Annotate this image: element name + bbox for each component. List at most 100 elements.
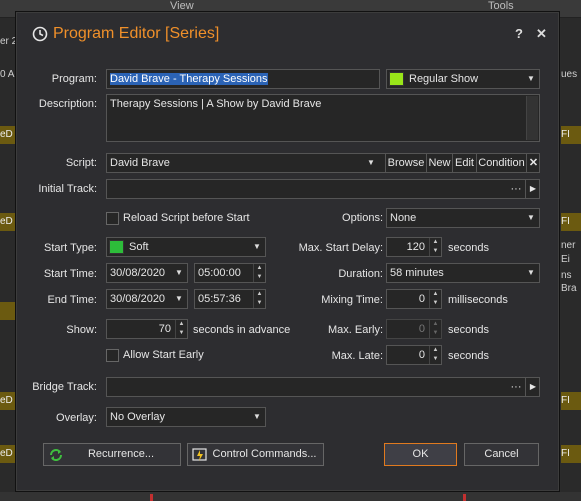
duration-value: 58 minutes <box>390 267 444 279</box>
start-type-select[interactable]: Soft ▼ <box>106 237 266 257</box>
duration-select[interactable]: 58 minutes ▼ <box>386 263 540 283</box>
play-icon[interactable]: ▶ <box>525 180 539 198</box>
max-start-delay-input[interactable]: 120 ▲ ▼ <box>386 237 442 257</box>
bg-chip: FI <box>561 213 581 231</box>
description-scrollbar[interactable] <box>526 96 538 140</box>
overlay-select[interactable]: No Overlay ▼ <box>106 407 266 427</box>
script-new-button[interactable]: New <box>426 154 452 172</box>
bg-chip: FI <box>561 445 581 463</box>
bg-right-text: ner <box>561 240 576 251</box>
allow-start-early-checkbox[interactable] <box>106 349 119 362</box>
show-advance-input[interactable]: 70 ▲ ▼ <box>106 319 188 339</box>
chevron-down-icon[interactable]: ▼ <box>171 264 187 282</box>
max-early-unit: seconds <box>448 324 489 336</box>
show-label: Show: <box>66 324 97 336</box>
description-textarea[interactable]: Therapy Sessions | A Show by David Brave <box>106 94 540 142</box>
help-button[interactable]: ? <box>515 26 523 41</box>
max-early-label: Max. Early: <box>327 324 383 336</box>
bg-chip <box>0 302 15 320</box>
program-value: David Brave - Therapy Sessions <box>110 73 268 85</box>
show-type-select[interactable]: Regular Show ▼ <box>386 69 540 89</box>
options-select[interactable]: None ▼ <box>386 208 540 228</box>
mixing-time-unit: milliseconds <box>448 294 508 306</box>
clear-icon[interactable]: ✕ <box>526 154 539 172</box>
script-value: David Brave <box>110 157 170 169</box>
cancel-button[interactable]: Cancel <box>464 443 539 466</box>
initial-track-input[interactable]: ··· ▶ <box>106 179 540 199</box>
chevron-down-icon[interactable]: ▼ <box>523 264 539 282</box>
browse-ellipsis-icon[interactable]: ··· <box>507 378 525 396</box>
control-commands-label: Control Commands... <box>212 448 317 460</box>
end-time-value: 05:57:36 <box>198 293 241 305</box>
chevron-down-icon[interactable]: ▼ <box>249 238 265 256</box>
chevron-down-icon[interactable]: ▼ <box>171 290 187 308</box>
browse-ellipsis-icon[interactable]: ··· <box>507 180 525 198</box>
spinner-arrows-icon[interactable]: ▲ ▼ <box>429 346 441 364</box>
script-select[interactable]: David Brave ▼ Browse New Edit Condition … <box>106 153 540 173</box>
spinner-arrows-icon[interactable]: ▲ ▼ <box>175 320 187 338</box>
bridge-track-input[interactable]: ··· ▶ <box>106 377 540 397</box>
max-late-input[interactable]: 0 ▲ ▼ <box>386 345 442 365</box>
bg-chip: eD <box>0 126 15 144</box>
spinner-arrows-icon[interactable]: ▲ ▼ <box>429 238 441 256</box>
description-label: Description: <box>38 98 97 110</box>
start-date-picker[interactable]: 30/08/2020 ▼ <box>106 263 188 283</box>
bg-chip: FI <box>561 392 581 410</box>
reload-script-checkbox[interactable] <box>106 212 119 225</box>
chevron-down-icon[interactable]: ▼ <box>363 154 379 172</box>
max-early-input[interactable]: 0 ▲ ▼ <box>386 319 442 339</box>
max-start-delay-unit: seconds <box>448 242 489 254</box>
start-time-value: 05:00:00 <box>198 267 241 279</box>
max-start-delay-label: Max. Start Delay: <box>298 242 383 254</box>
spinner-arrows-icon[interactable]: ▲ ▼ <box>253 264 265 282</box>
show-type-value: Regular Show <box>409 73 479 85</box>
play-icon[interactable]: ▶ <box>525 378 539 396</box>
title-bar[interactable]: Program Editor [Series] ? ✕ <box>16 12 559 58</box>
bg-chip: eD <box>0 445 15 463</box>
start-time-input[interactable]: 05:00:00 ▲ ▼ <box>194 263 266 283</box>
options-label: Options: <box>342 212 383 224</box>
chevron-down-icon[interactable]: ▼ <box>249 408 265 426</box>
end-date-picker[interactable]: 30/08/2020 ▼ <box>106 289 188 309</box>
duration-label: Duration: <box>338 268 383 280</box>
spinner-arrows-icon[interactable]: ▲ ▼ <box>429 290 441 308</box>
recurrence-label: Recurrence... <box>87 448 155 460</box>
chevron-down-icon[interactable]: ▼ <box>523 70 539 88</box>
end-time-input[interactable]: 05:57:36 ▲ ▼ <box>194 289 266 309</box>
clock-icon <box>32 26 48 42</box>
script-label: Script: <box>65 157 97 169</box>
bg-right-text: ues <box>561 69 578 80</box>
bg-chip: FI <box>561 126 581 144</box>
reload-script-label: Reload Script before Start <box>123 212 250 224</box>
ok-button[interactable]: OK <box>384 443 457 466</box>
spinner-arrows-icon[interactable]: ▲ ▼ <box>429 320 441 338</box>
recurrence-button[interactable]: Recurrence... <box>43 443 181 466</box>
script-edit-button[interactable]: Edit <box>452 154 476 172</box>
allow-start-early-label: Allow Start Early <box>123 349 204 361</box>
close-button[interactable]: ✕ <box>536 26 547 42</box>
background-left-panel <box>0 18 15 501</box>
mixing-time-input[interactable]: 0 ▲ ▼ <box>386 289 442 309</box>
start-date-value: 30/08/2020 <box>110 267 166 279</box>
start-type-value: Soft <box>129 241 149 253</box>
bg-left-text: er 2 <box>0 36 15 47</box>
show-advance-unit: seconds in advance <box>193 324 291 336</box>
control-commands-button[interactable]: Control Commands... <box>187 443 324 466</box>
bg-right-text: Bra <box>561 283 577 294</box>
script-condition-button[interactable]: Condition <box>476 154 526 172</box>
bg-right-text: Ei <box>561 254 570 265</box>
show-advance-value: 70 <box>158 323 171 335</box>
program-input[interactable]: David Brave - Therapy Sessions <box>106 69 380 89</box>
options-value: None <box>390 212 417 224</box>
description-value: Therapy Sessions | A Show by David Brave <box>110 98 322 110</box>
start-time-label: Start Time: <box>43 268 97 280</box>
spinner-arrows-icon[interactable]: ▲ ▼ <box>253 290 265 308</box>
bridge-track-label: Bridge Track: <box>32 381 97 393</box>
max-late-label: Max. Late: <box>331 350 383 362</box>
lightning-icon <box>192 448 207 461</box>
chevron-down-icon[interactable]: ▼ <box>523 209 539 227</box>
program-editor-dialog: Program Editor [Series] ? ✕ Program: Dav… <box>15 11 560 492</box>
bg-chip: eD <box>0 213 15 231</box>
overlay-label: Overlay: <box>56 412 97 424</box>
script-browse-button[interactable]: Browse <box>385 154 426 172</box>
